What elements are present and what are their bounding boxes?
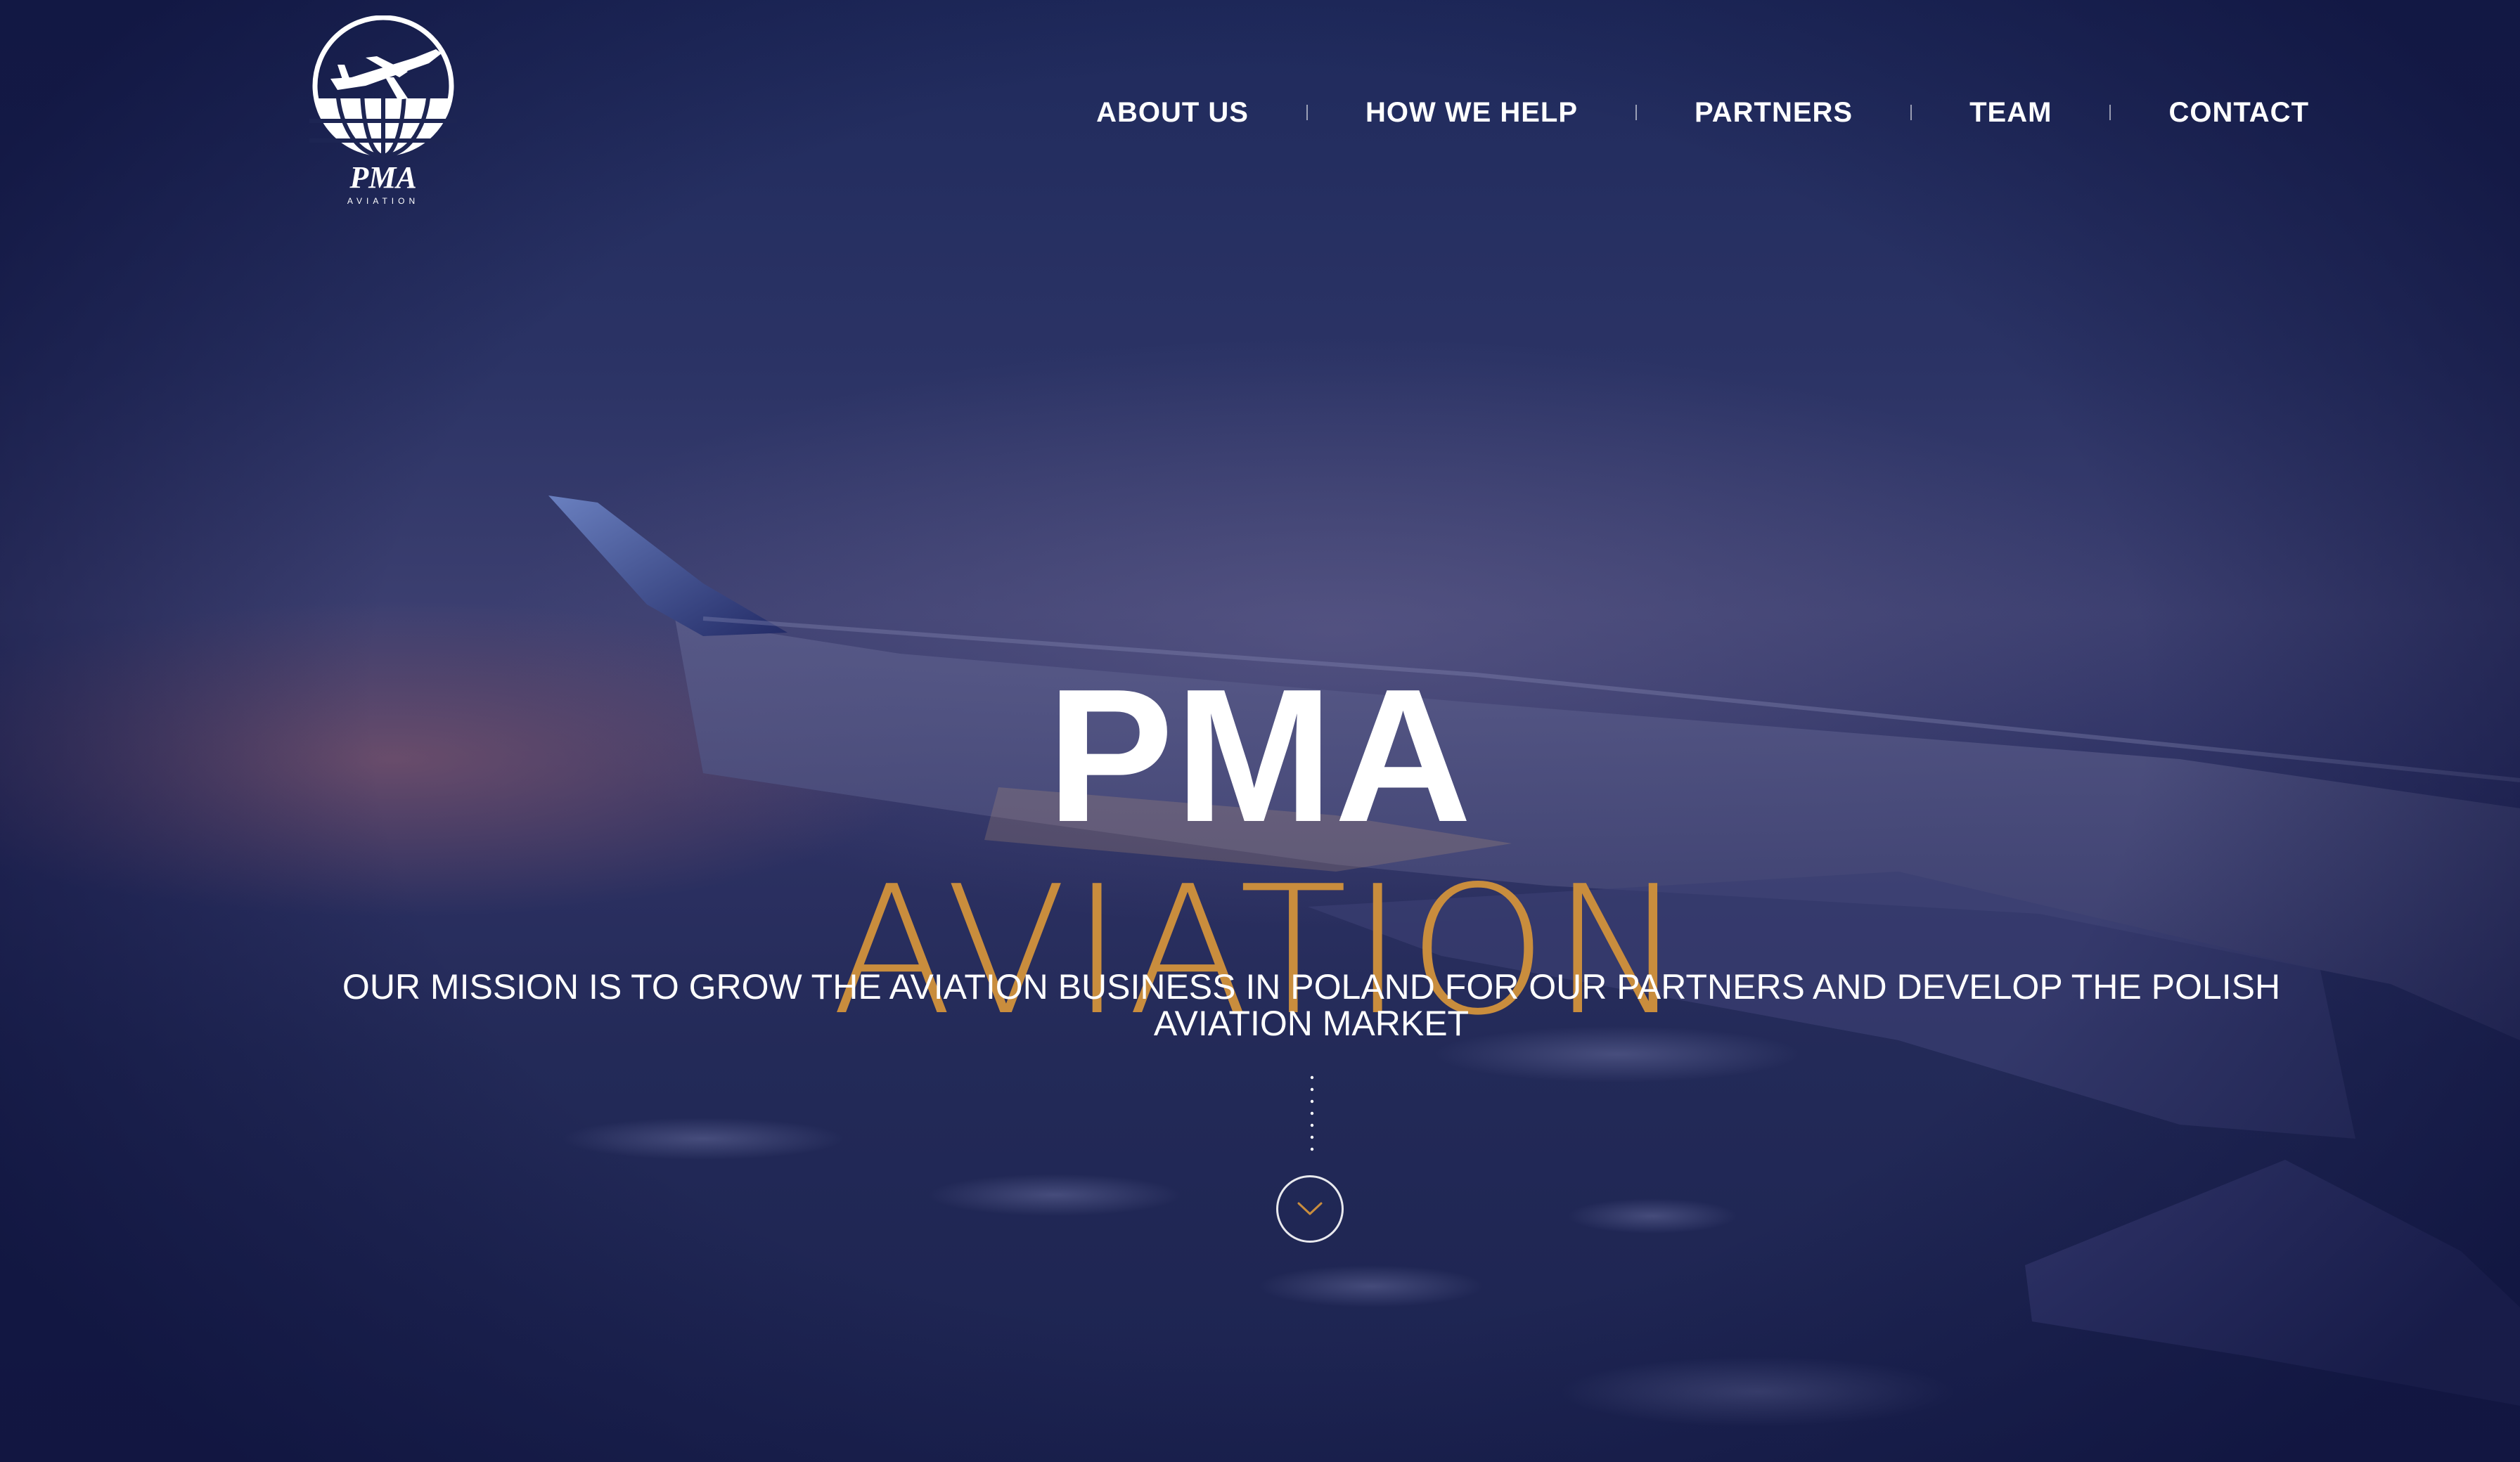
hero-title: PMA bbox=[1047, 649, 1473, 862]
chevron-down-icon bbox=[1297, 1202, 1323, 1215]
nav-divider bbox=[1306, 105, 1308, 120]
nav-item-partners[interactable]: PARTNERS bbox=[1695, 97, 1853, 129]
scroll-dotted-line bbox=[1310, 1075, 1314, 1151]
hero-section: PMA AVIATION ABOUT US HOW WE HELP PARTNE… bbox=[0, 0, 2520, 1462]
logo-subtext: AVIATION bbox=[347, 196, 419, 206]
mission-statement: OUR MISSION IS TO GROW THE AVIATION BUSI… bbox=[342, 967, 2281, 1043]
nav-item-how-we-help[interactable]: HOW WE HELP bbox=[1365, 97, 1578, 129]
nav-divider bbox=[1910, 105, 1912, 120]
nav-item-team[interactable]: TEAM bbox=[1969, 97, 2052, 129]
scroll-down-button[interactable] bbox=[1276, 1175, 1344, 1243]
nav-item-contact[interactable]: CONTACT bbox=[2168, 97, 2309, 129]
nav-divider bbox=[1635, 105, 1638, 120]
logo[interactable]: PMA AVIATION bbox=[309, 15, 457, 212]
logo-text: PMA bbox=[349, 160, 416, 195]
main-navigation: ABOUT US HOW WE HELP PARTNERS TEAM CONTA… bbox=[1096, 91, 2309, 134]
plane-globe-icon: PMA AVIATION bbox=[309, 15, 457, 206]
nav-item-about-us[interactable]: ABOUT US bbox=[1096, 97, 1249, 129]
nav-divider bbox=[2109, 105, 2111, 120]
